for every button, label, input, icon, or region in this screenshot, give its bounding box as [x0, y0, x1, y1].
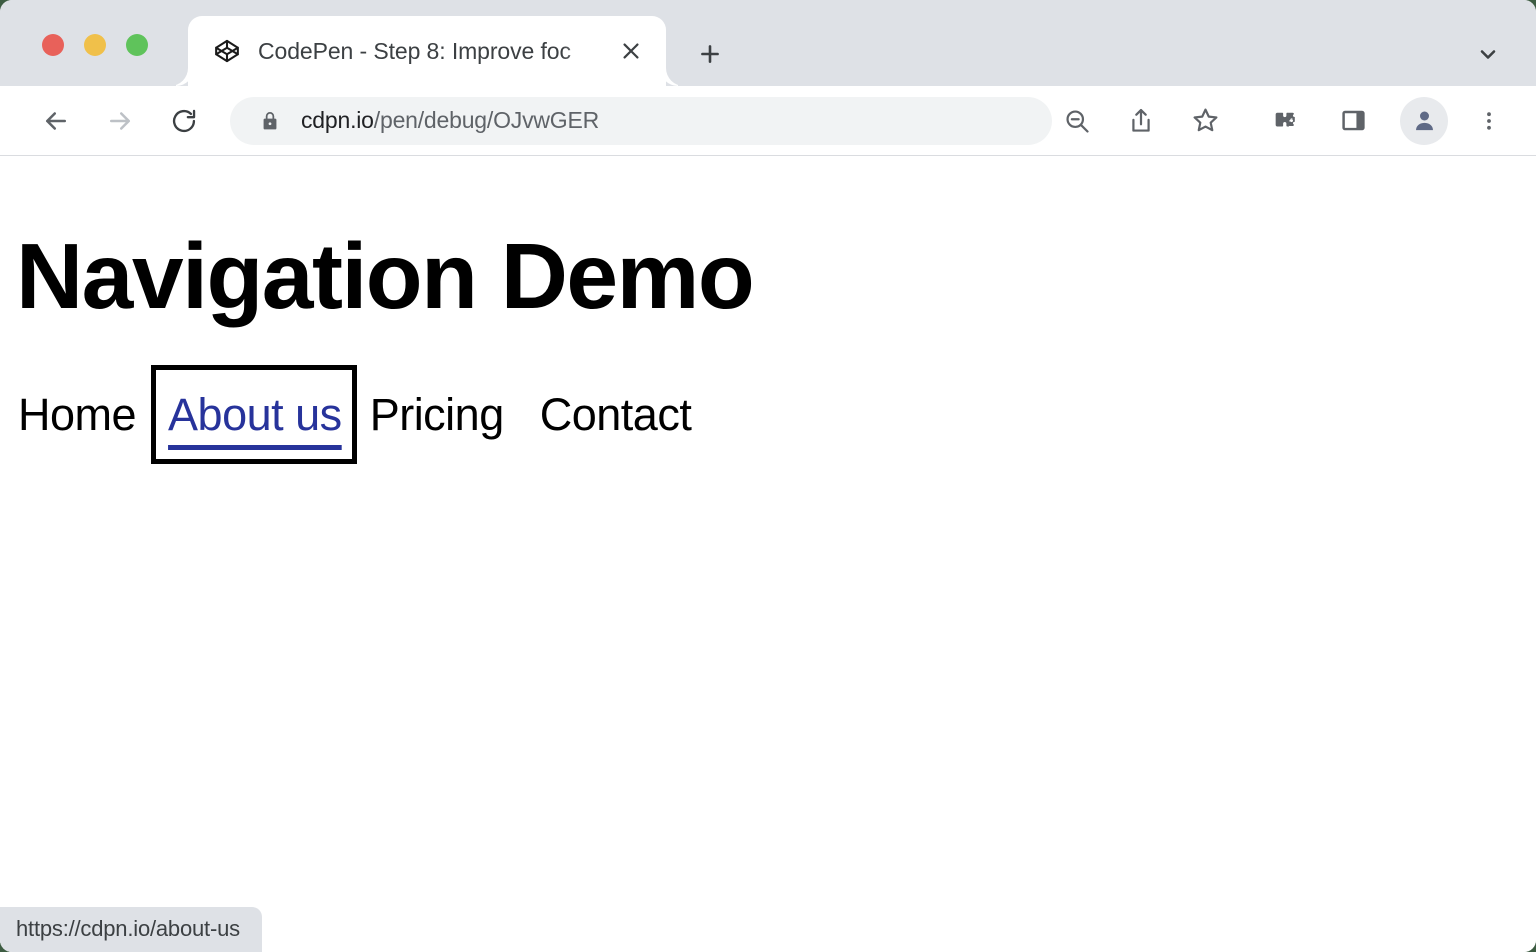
url-origin: cdpn.io: [301, 107, 374, 133]
window-controls: [42, 34, 148, 56]
browser-toolbar: cdpn.io/pen/debug/OJvwGER: [0, 86, 1536, 156]
nav-link-pricing[interactable]: Pricing: [370, 392, 504, 437]
nav-item-contact[interactable]: Contact: [540, 392, 692, 437]
page-viewport: Navigation Demo Home About us Pricing Co…: [0, 156, 1536, 952]
nav-item-home[interactable]: Home: [18, 392, 136, 437]
status-bar-url: https://cdpn.io/about-us: [0, 907, 262, 952]
side-panel-icon[interactable]: [1330, 98, 1376, 144]
bookmark-star-icon[interactable]: [1182, 98, 1228, 144]
nav-link-home[interactable]: Home: [18, 392, 136, 437]
new-tab-button[interactable]: [688, 32, 732, 76]
arrow-right-icon[interactable]: [96, 97, 144, 145]
tab-title-container: CodePen - Step 8: Improve foc: [258, 34, 614, 68]
profile-avatar-icon[interactable]: [1400, 97, 1448, 145]
close-window-button[interactable]: [42, 34, 64, 56]
nav-item-pricing[interactable]: Pricing: [370, 392, 504, 437]
tab-strip: CodePen - Step 8: Improve foc: [0, 0, 1536, 86]
page-title: Navigation Demo: [16, 230, 753, 323]
nav-link-about-us[interactable]: About us: [168, 392, 342, 437]
lock-icon: [259, 110, 281, 132]
browser-tab-active[interactable]: CodePen - Step 8: Improve foc: [188, 16, 666, 86]
url-path: /pen/debug/OJvwGER: [374, 107, 599, 133]
chevron-down-icon[interactable]: [1466, 32, 1510, 76]
address-bar[interactable]: cdpn.io/pen/debug/OJvwGER: [230, 97, 1052, 145]
browser-window: CodePen - Step 8: Improve foc: [0, 0, 1536, 952]
address-bar-url: cdpn.io/pen/debug/OJvwGER: [301, 107, 599, 134]
arrow-left-icon[interactable]: [32, 97, 80, 145]
three-dot-menu-icon[interactable]: [1466, 98, 1512, 144]
minimize-window-button[interactable]: [84, 34, 106, 56]
tab-title: CodePen - Step 8: Improve foc: [258, 38, 571, 64]
nav-link-contact[interactable]: Contact: [540, 392, 692, 437]
codepen-logo-icon: [214, 38, 240, 64]
maximize-window-button[interactable]: [126, 34, 148, 56]
extensions-puzzle-icon[interactable]: [1262, 98, 1308, 144]
site-navigation: Home About us Pricing Contact: [18, 392, 691, 437]
nav-item-about-us[interactable]: About us: [156, 370, 352, 459]
close-icon[interactable]: [614, 34, 648, 68]
reload-icon[interactable]: [160, 97, 208, 145]
share-icon[interactable]: [1118, 98, 1164, 144]
zoom-out-icon[interactable]: [1054, 98, 1100, 144]
toolbar-actions: [1054, 97, 1514, 145]
